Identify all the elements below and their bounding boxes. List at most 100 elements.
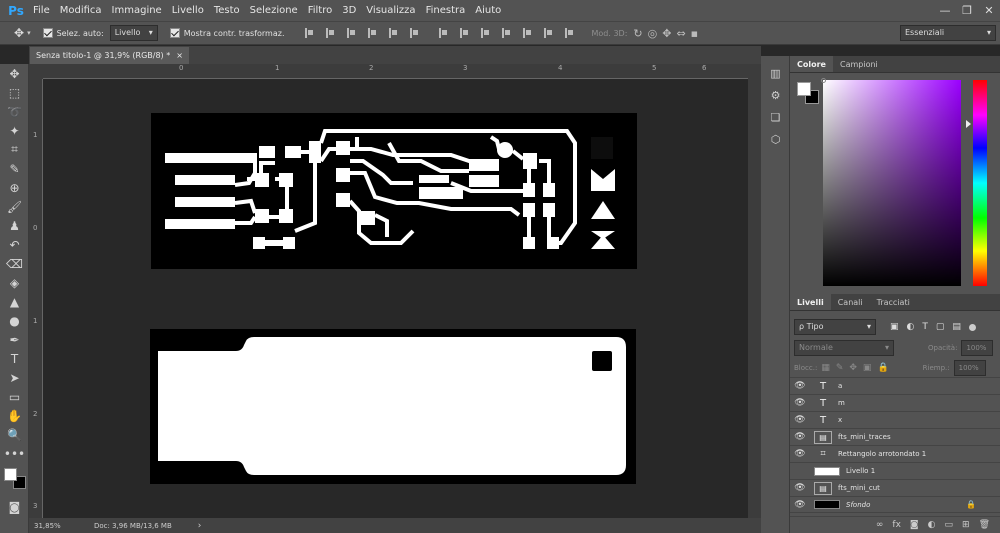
canvas-scrollbar[interactable]: [748, 64, 761, 518]
hue-slider[interactable]: [973, 80, 987, 286]
move-tool-icon[interactable]: ✥: [14, 26, 24, 40]
tab-tracciati[interactable]: Tracciati: [870, 294, 917, 310]
tab-campioni[interactable]: Campioni: [833, 56, 885, 72]
zoom-level[interactable]: 31,85%: [34, 522, 78, 530]
auto-select-checkbox[interactable]: Selez. auto:: [42, 28, 104, 38]
trash-icon[interactable]: 🗑: [979, 520, 990, 530]
menu-3d[interactable]: 3D: [337, 0, 361, 21]
visibility-eye-icon[interactable]: 👁: [790, 449, 810, 459]
align-top-icon[interactable]: [304, 28, 314, 38]
brush-tool-icon[interactable]: 🖌: [0, 197, 29, 216]
visibility-eye-icon[interactable]: 👁: [790, 500, 810, 510]
visibility-eye-icon[interactable]: 👁: [790, 398, 810, 408]
quick-mask-icon[interactable]: ◙: [0, 497, 29, 516]
layer-filter-dropdown[interactable]: ρ Tipo ▾: [794, 319, 876, 335]
more-tools-icon[interactable]: •••: [0, 444, 29, 463]
lock-all-icon[interactable]: 🔒: [877, 363, 888, 373]
menu-immagine[interactable]: Immagine: [107, 0, 167, 21]
eraser-icon[interactable]: ⌫: [0, 254, 29, 273]
menu-livello[interactable]: Livello: [167, 0, 209, 21]
auto-align-icon[interactable]: [564, 28, 574, 38]
mask-icon[interactable]: ◙: [910, 520, 919, 530]
path-selection-icon[interactable]: ➤: [0, 368, 29, 387]
blur-tool-icon[interactable]: ▲: [0, 292, 29, 311]
dodge-tool-icon[interactable]: ●: [0, 311, 29, 330]
menu-file[interactable]: File: [28, 0, 55, 21]
zoom-tool-icon[interactable]: 🔍: [0, 425, 29, 444]
align-right-icon[interactable]: [409, 28, 419, 38]
filter-smart-object-icon[interactable]: ▤: [952, 322, 961, 332]
layer-row[interactable]: 👁 Sfondo 🔒: [790, 496, 1000, 513]
close-tab-icon[interactable]: ×: [176, 51, 183, 60]
color-picker-field[interactable]: [823, 80, 961, 286]
paint-bucket-icon[interactable]: ◈: [0, 273, 29, 292]
hue-slider-handle[interactable]: [966, 120, 971, 128]
libraries-panel-icon[interactable]: ❏: [761, 106, 790, 128]
lasso-tool-icon[interactable]: ➰: [0, 102, 29, 121]
link-icon[interactable]: ∞: [876, 520, 884, 530]
filter-pixel-icon[interactable]: ▣: [890, 322, 899, 332]
eyedropper-icon[interactable]: ✎: [0, 159, 29, 178]
show-transform-checkbox[interactable]: Mostra contr. trasformaz.: [169, 28, 285, 38]
filter-type-icon[interactable]: T: [922, 322, 928, 332]
align-hcenter-icon[interactable]: [388, 28, 398, 38]
3d-slide-icon[interactable]: ⇔: [676, 27, 685, 40]
adjustment-icon[interactable]: ◐: [928, 520, 936, 530]
filter-toggle[interactable]: [968, 323, 976, 331]
tab-canali[interactable]: Canali: [831, 294, 870, 310]
healing-brush-icon[interactable]: ⊕: [0, 178, 29, 197]
pen-tool-icon[interactable]: ✒: [0, 330, 29, 349]
layer-row[interactable]: 👁 T m: [790, 394, 1000, 411]
foreground-color-chip[interactable]: [797, 82, 811, 96]
history-panel-icon[interactable]: ▥: [761, 62, 790, 84]
layer-row[interactable]: 👁 T a: [790, 377, 1000, 394]
lock-artboard-icon[interactable]: ▣: [863, 363, 872, 373]
group-icon[interactable]: ▭: [945, 520, 954, 530]
document-tab[interactable]: Senza titolo-1 @ 31,9% (RGB/8) * ×: [30, 47, 189, 64]
menu-aiuto[interactable]: Aiuto: [470, 0, 506, 21]
fx-icon[interactable]: fx: [892, 520, 901, 530]
menu-modifica[interactable]: Modifica: [55, 0, 107, 21]
align-bottom-icon[interactable]: [346, 28, 356, 38]
visibility-eye-icon[interactable]: 👁: [790, 381, 810, 391]
menu-finestra[interactable]: Finestra: [421, 0, 471, 21]
distribute-vcenter-icon[interactable]: [459, 28, 469, 38]
crop-tool-icon[interactable]: ⌗: [0, 140, 29, 159]
lock-transparent-icon[interactable]: ▦: [821, 363, 830, 373]
layer-row[interactable]: 👁 T x: [790, 411, 1000, 428]
3d-pan-icon[interactable]: ✥: [662, 27, 671, 40]
3d-roll-icon[interactable]: ◎: [648, 27, 658, 40]
history-brush-icon[interactable]: ↶: [0, 235, 29, 254]
visibility-eye-icon[interactable]: 👁: [790, 432, 810, 442]
layer-row[interactable]: 👁 ▤ fts_mini_cut: [790, 479, 1000, 496]
align-left-icon[interactable]: [367, 28, 377, 38]
chevron-right-icon[interactable]: ›: [198, 521, 202, 531]
foreground-color-swatch[interactable]: [4, 468, 17, 481]
align-vcenter-icon[interactable]: [325, 28, 335, 38]
3d-scale-icon[interactable]: ▪: [691, 27, 698, 40]
chevron-down-icon[interactable]: ▾: [27, 29, 31, 37]
distribute-bottom-icon[interactable]: [480, 28, 490, 38]
marquee-tool-icon[interactable]: ⬚: [0, 83, 29, 102]
lock-position-icon[interactable]: ✥: [849, 363, 857, 373]
distribute-top-icon[interactable]: [438, 28, 448, 38]
new-layer-icon[interactable]: ⊞: [962, 520, 970, 530]
restore-button[interactable]: ❐: [956, 0, 978, 21]
3d-panel-icon[interactable]: ⬡: [761, 128, 790, 150]
blend-mode-dropdown[interactable]: Normale ▾: [794, 340, 894, 356]
type-tool-icon[interactable]: T: [0, 349, 29, 368]
menu-filtro[interactable]: Filtro: [303, 0, 338, 21]
close-button[interactable]: ✕: [978, 0, 1000, 21]
tab-colore[interactable]: Colore: [790, 56, 833, 72]
lock-pixels-icon[interactable]: ✎: [836, 363, 844, 373]
distribute-right-icon[interactable]: [543, 28, 553, 38]
menu-selezione[interactable]: Selezione: [245, 0, 303, 21]
distribute-hcenter-icon[interactable]: [522, 28, 532, 38]
3d-rotate-icon[interactable]: ↻: [633, 27, 642, 40]
tab-livelli[interactable]: Livelli: [790, 294, 831, 310]
menu-testo[interactable]: Testo: [209, 0, 245, 21]
filter-shape-icon[interactable]: ▢: [936, 322, 945, 332]
hand-tool-icon[interactable]: ✋: [0, 406, 29, 425]
layer-row[interactable]: 👁 ▤ fts_mini_traces: [790, 428, 1000, 445]
color-picker-cursor[interactable]: [821, 78, 826, 83]
